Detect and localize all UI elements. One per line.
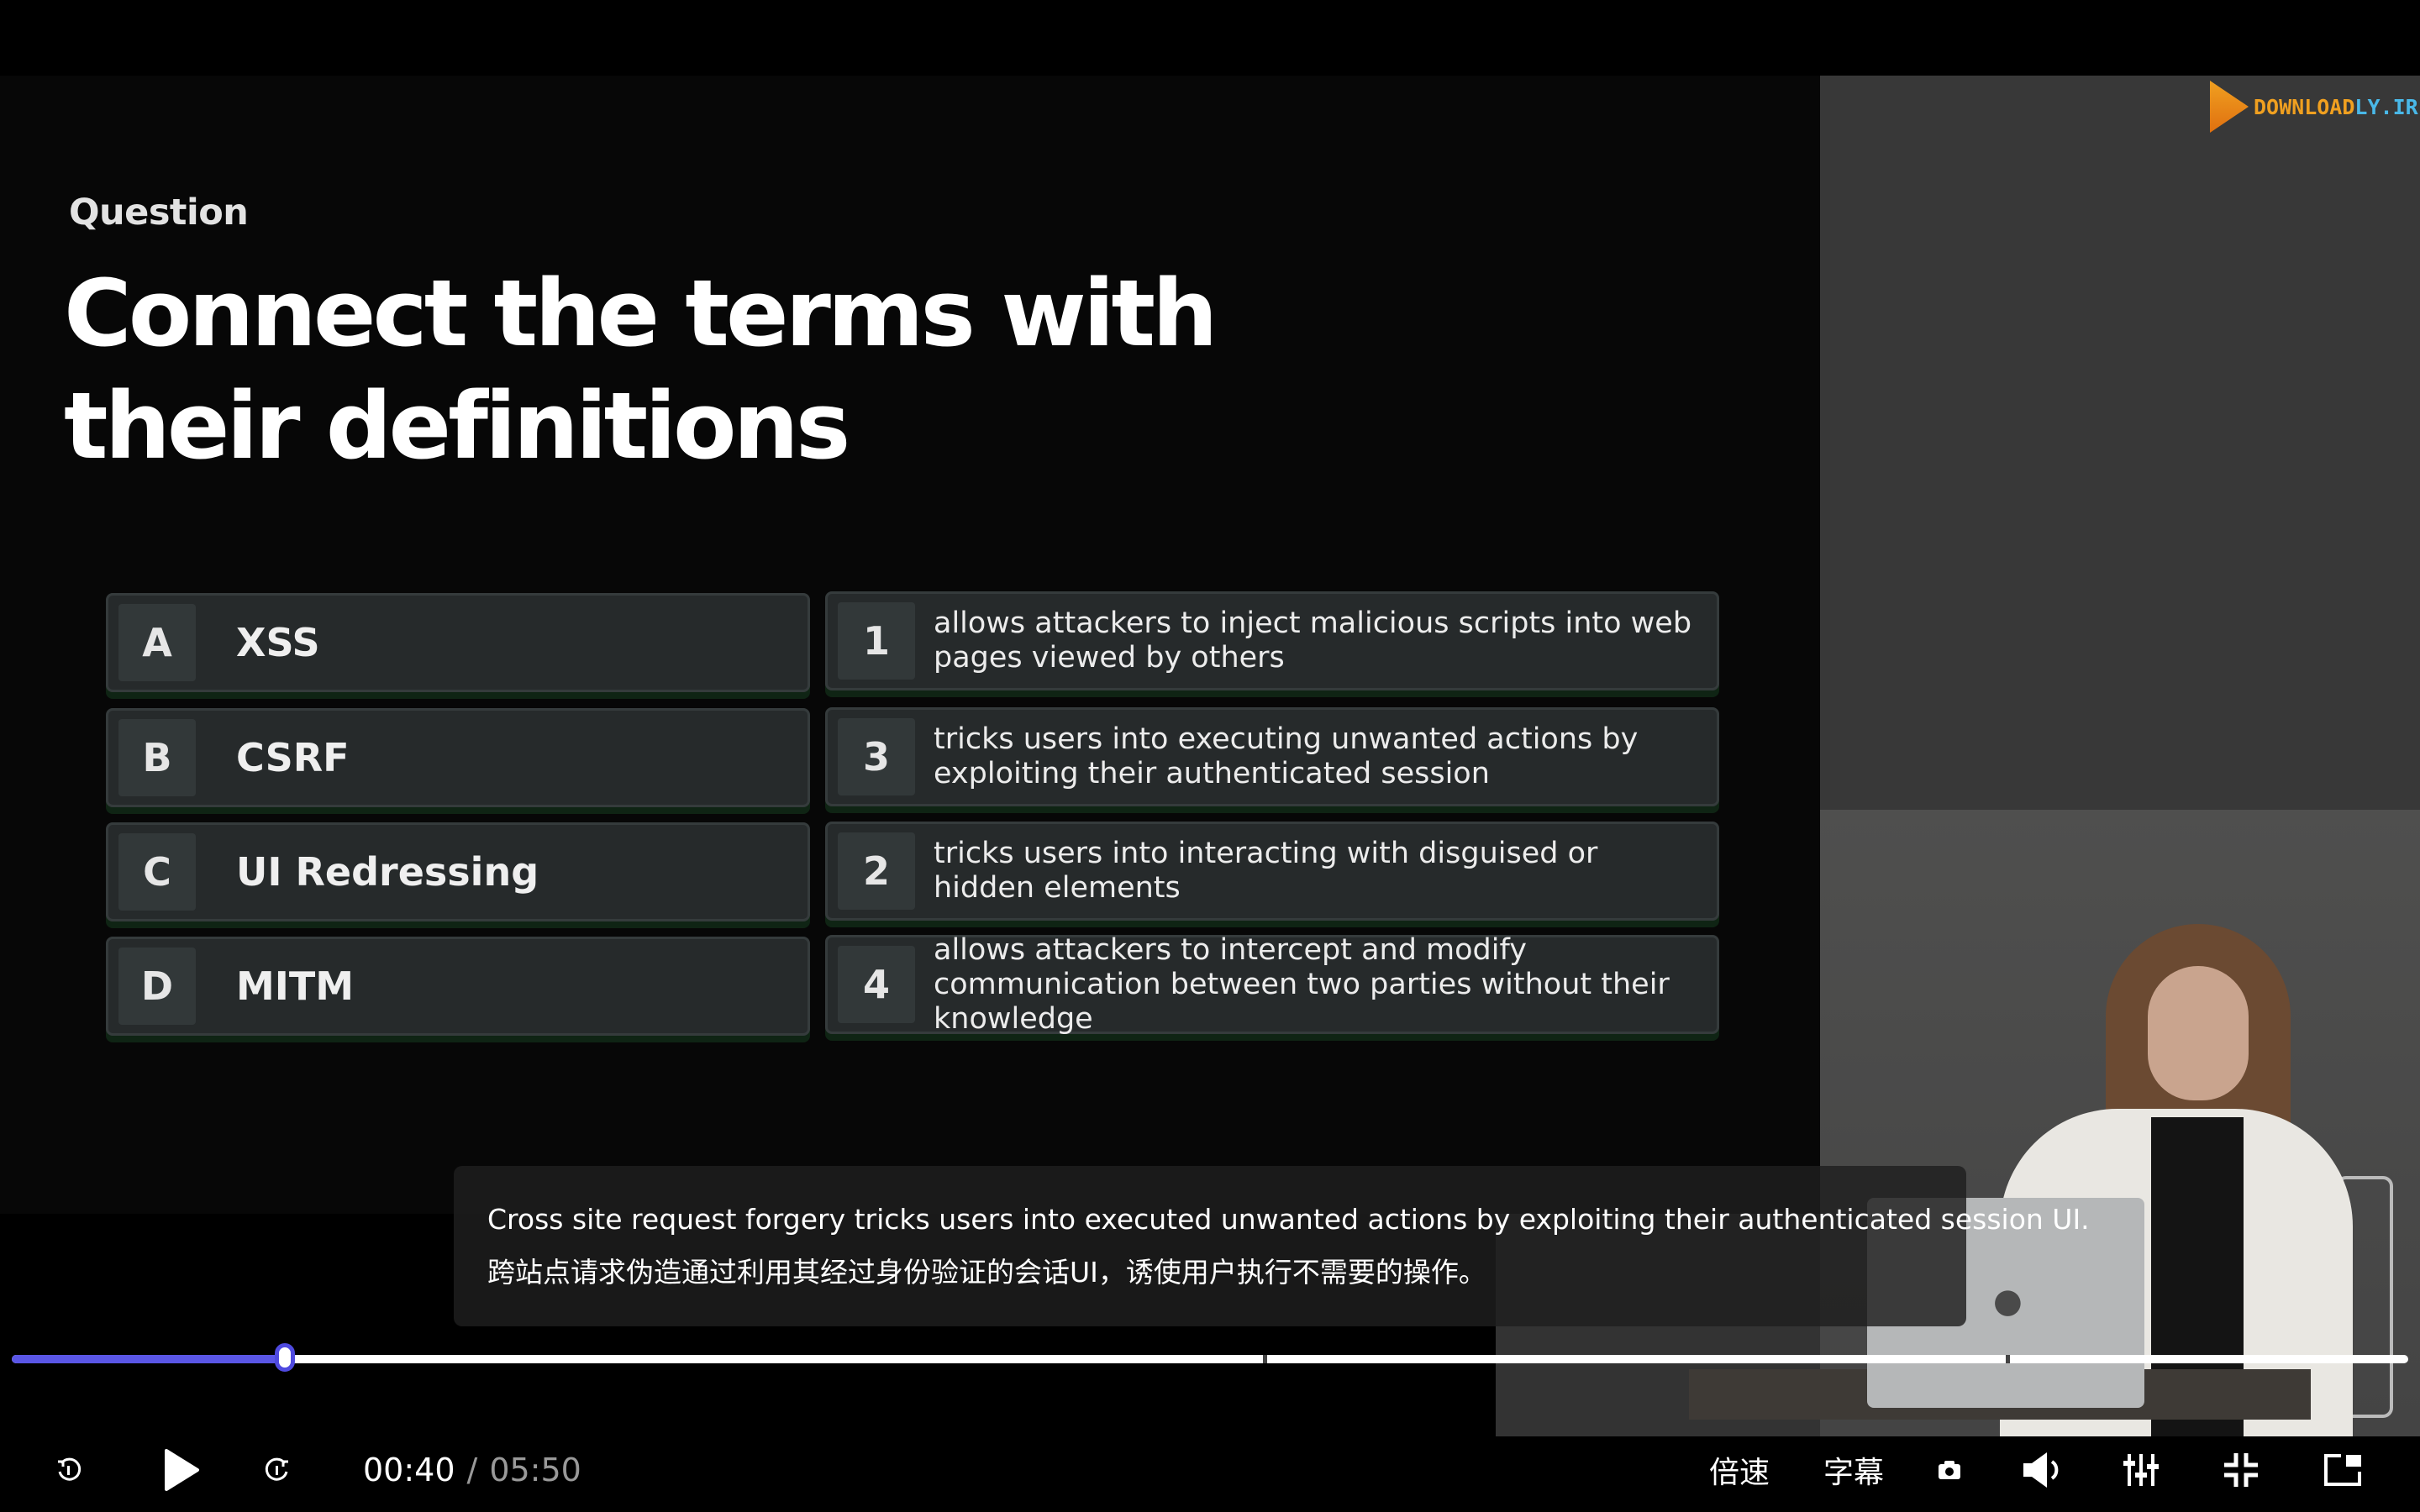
presenter-face	[2148, 966, 2249, 1100]
time-separator: /	[466, 1452, 478, 1488]
definition-text: tricks users into interacting with disgu…	[934, 837, 1598, 905]
definition-card: 3 tricks users into executing unwanted a…	[825, 707, 1719, 806]
definition-card: 2 tricks users into interacting with dis…	[825, 822, 1719, 921]
term-name: CSRF	[236, 735, 350, 780]
question-label: Question	[69, 192, 249, 234]
logo-play-icon	[2210, 81, 2249, 133]
term-letter: C	[118, 833, 196, 911]
term-card: C UI Redressing	[106, 822, 810, 921]
chapter-marker	[1262, 1355, 1267, 1363]
chapter-marker	[2005, 1355, 2010, 1363]
time-display: 00:40 / 05:50	[363, 1428, 581, 1512]
definition-number: 2	[838, 832, 915, 910]
definition-number: 1	[838, 602, 915, 680]
subtitles-button[interactable]: 字幕	[1812, 1428, 1896, 1512]
play-icon[interactable]	[156, 1428, 207, 1512]
definition-text: tricks users into executing unwanted act…	[934, 722, 1639, 790]
screenshot-icon[interactable]	[1931, 1428, 1968, 1512]
forward-icon[interactable]	[257, 1428, 297, 1512]
settings-icon[interactable]	[2118, 1428, 2165, 1512]
current-time: 00:40	[363, 1452, 455, 1488]
definition-number: 3	[838, 718, 915, 795]
letterbox-top	[0, 0, 2420, 76]
term-card: D MITM	[106, 937, 810, 1036]
presentation-slide: Question Connect the terms with their de…	[0, 76, 1820, 1214]
definition-text: allows attackers to inject malicious scr…	[934, 606, 1692, 675]
term-name: XSS	[236, 620, 320, 665]
camera-wall	[1820, 76, 2420, 810]
watermark-logo: DOWNLOADLY.IR	[2210, 81, 2418, 133]
pip-icon[interactable]	[2319, 1428, 2366, 1512]
duration: 05:50	[489, 1452, 581, 1488]
term-name: MITM	[236, 963, 355, 1009]
logo-text: DOWNLOADLY.IR	[2254, 94, 2418, 119]
term-card: A XSS	[106, 593, 810, 692]
question-title: Connect the terms with their definitions	[64, 260, 1218, 480]
scrubber-handle[interactable]	[275, 1343, 296, 1372]
volume-icon[interactable]	[2017, 1428, 2067, 1512]
rewind-icon[interactable]	[49, 1428, 89, 1512]
subtitle-english: Cross site request forgery tricks users …	[487, 1203, 2090, 1236]
progress-played	[12, 1355, 286, 1363]
subtitle-box: Cross site request forgery tricks users …	[454, 1166, 2090, 1326]
term-name: UI Redressing	[236, 849, 539, 895]
term-letter: B	[118, 719, 196, 796]
progress-bar[interactable]	[12, 1343, 2408, 1372]
term-letter: A	[118, 604, 196, 681]
definition-text: allows attackers to intercept and modify…	[934, 932, 1670, 1036]
term-card: B CSRF	[106, 708, 810, 807]
video-player[interactable]: Question Connect the terms with their de…	[0, 0, 2420, 1512]
definition-card: 4 allows attackers to intercept and modi…	[825, 932, 1719, 1036]
term-letter: D	[118, 948, 196, 1025]
definition-number: 4	[838, 946, 915, 1023]
definition-card: 1 allows attackers to inject malicious s…	[825, 591, 1719, 690]
speed-button[interactable]: 倍速	[1697, 1428, 1781, 1512]
exit-fullscreen-icon[interactable]	[2218, 1428, 2264, 1512]
apple-logo-icon: ●	[1993, 1282, 2023, 1320]
subtitle-chinese: 跨站点请求伪造通过利用其经过身份验证的会话UI，诱使用户执行不需要的操作。	[487, 1256, 1486, 1289]
